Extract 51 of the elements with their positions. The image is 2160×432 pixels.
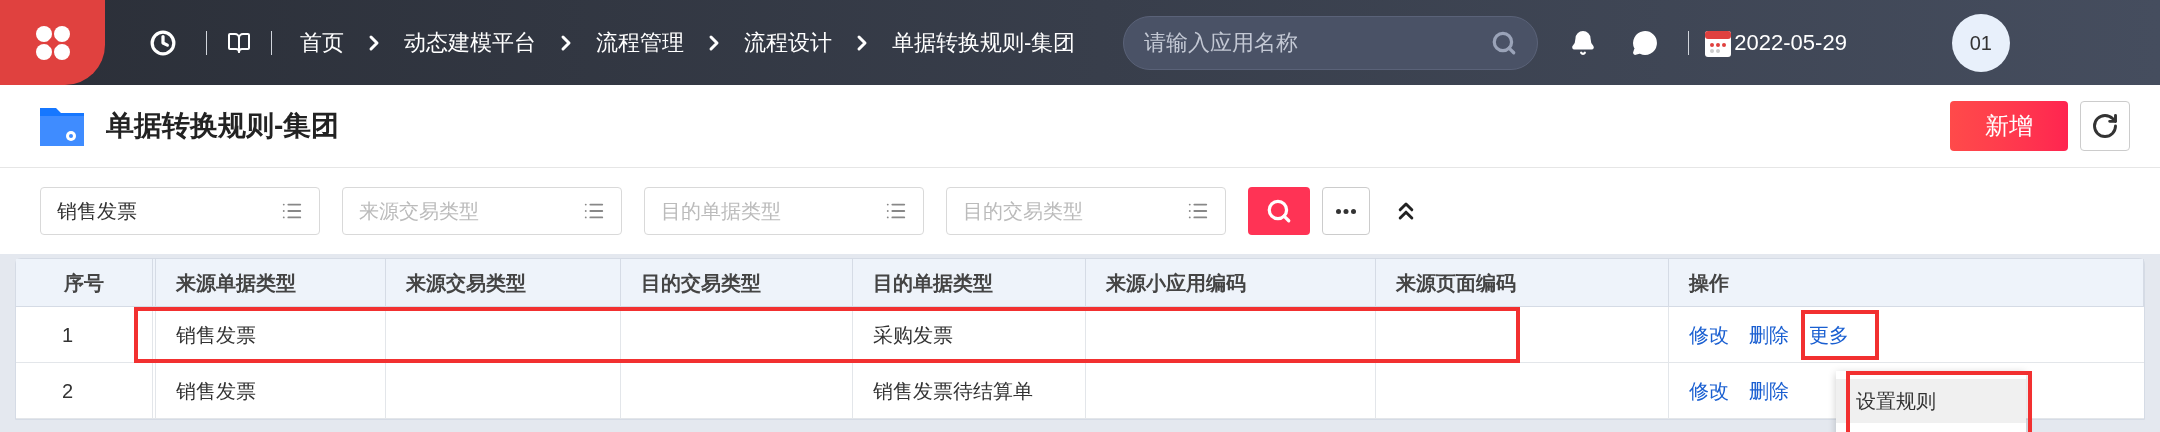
filter-box[interactable]: 目的单据类型 (644, 187, 924, 235)
table-cell-text: 销售发票 (176, 322, 256, 348)
user-avatar[interactable]: 01 (1951, 13, 2010, 72)
search-field[interactable]: 请输入应用名称 (1144, 16, 1492, 69)
filter-field[interactable]: 销售发票 (57, 188, 281, 234)
breadcrumb-item[interactable]: 流程管理 (596, 26, 684, 59)
refresh-icon (2091, 112, 2119, 140)
column-header: 序号 (64, 270, 104, 296)
more-icon (1336, 208, 1356, 214)
column-header: 来源单据类型 (176, 270, 296, 296)
action-link[interactable]: 删除 (1749, 323, 1789, 346)
filter-box[interactable]: 来源交易类型 (342, 187, 622, 235)
column-header: 目的单据类型 (873, 270, 993, 296)
action-link[interactable]: 删除 (1749, 379, 1789, 402)
column-header: 目的交易类型 (641, 270, 761, 296)
search-box[interactable]: 请输入应用名称 (1123, 15, 1539, 70)
column-header: 来源交易类型 (406, 270, 526, 296)
action-link[interactable]: 修改 (1689, 323, 1729, 346)
filter-box[interactable]: 目的交易类型 (946, 187, 1226, 235)
action-link[interactable]: 修改 (1689, 379, 1729, 402)
chat-icon[interactable] (1632, 29, 1659, 56)
column-header: 操作 (1689, 270, 1729, 296)
filter-field[interactable]: 目的单据类型 (661, 188, 885, 234)
filter-field[interactable]: 目的交易类型 (963, 188, 1187, 234)
more-button[interactable] (1322, 187, 1370, 235)
table-cell-text: 1 (62, 322, 74, 348)
bell-icon[interactable] (1570, 29, 1597, 56)
breadcrumb-item[interactable]: 单据转换规则-集团 (892, 26, 1076, 59)
date-text: 2022-05-29 (1734, 29, 1847, 57)
search-icon (1266, 198, 1292, 224)
table-cell-text: 销售发票 (176, 378, 256, 404)
filter-box[interactable]: 销售发票 (40, 187, 320, 235)
search-icon[interactable] (1491, 29, 1518, 56)
table-cell-text: 采购发票 (873, 322, 953, 348)
add-button[interactable]: 新增 (1950, 101, 2068, 151)
table-cell-text: 销售发票待结算单 (873, 378, 1033, 404)
breadcrumb-item[interactable]: 流程设计 (744, 26, 832, 59)
column-header: 来源页面编码 (1396, 270, 1516, 296)
search-button[interactable] (1248, 187, 1310, 235)
filter-field[interactable]: 来源交易类型 (359, 188, 583, 234)
book-icon[interactable] (227, 30, 251, 55)
action-link[interactable]: 更多 (1809, 323, 1849, 346)
app-logo[interactable] (0, 0, 105, 85)
clock-icon[interactable] (150, 29, 176, 56)
page-title: 单据转换规则-集团 (106, 109, 340, 143)
table-cell-text: 2 (62, 378, 74, 404)
breadcrumb-item[interactable]: 首页 (300, 26, 344, 59)
refresh-button[interactable] (2080, 101, 2130, 151)
menu-item[interactable]: 设置规则 (1836, 379, 2026, 423)
breadcrumb-item[interactable]: 动态建模平台 (404, 26, 536, 59)
column-header: 来源小应用编码 (1106, 270, 1246, 296)
